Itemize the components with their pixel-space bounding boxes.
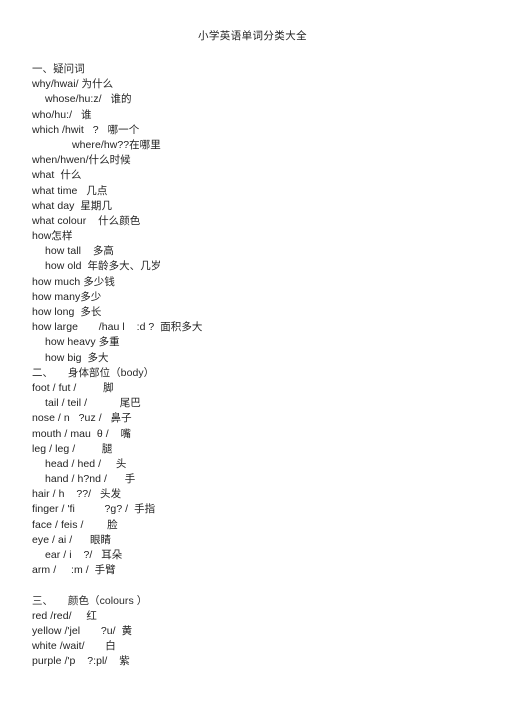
vocabulary-entry: red /red/ 红: [32, 609, 97, 622]
vocabulary-entry: how much 多少钱: [32, 275, 115, 288]
vocabulary-entry: yellow /'jel ?u/ 黄: [32, 624, 133, 637]
vocabulary-entry: leg / leg / 腿: [32, 442, 113, 455]
vocabulary-entry: how old 年龄多大、几岁: [45, 260, 162, 273]
vocabulary-entry: which /hwit ? 哪一个: [32, 123, 140, 136]
section-heading: 二、 身体部位（body）: [32, 366, 155, 379]
vocabulary-entry: head / hed / 头: [45, 457, 127, 470]
vocabulary-entry: face / feis / 脸: [32, 518, 118, 531]
vocabulary-entry: what colour 什么颜色: [32, 214, 141, 227]
document-body: 一、疑问词 why/hwai/ 为什么 whose/hu:z/ 谁的 who/hu:/…: [32, 62, 472, 670]
vocabulary-entry: what day 星期几: [32, 199, 113, 212]
vocabulary-entry: where/hw??在哪里: [72, 138, 161, 151]
vocabulary-entry: how big 多大: [45, 351, 109, 364]
vocabulary-entry: what time 几点: [32, 184, 108, 197]
vocabulary-entry: foot / fut / 脚: [32, 381, 114, 394]
vocabulary-entry: what 什么: [32, 169, 82, 182]
vocabulary-entry: mouth / mau θ / 嘴: [32, 427, 132, 440]
section-heading: 三、 颜色（colours ）: [32, 594, 148, 607]
vocabulary-entry: how tall 多高: [45, 245, 114, 258]
vocabulary-entry: nose / n ?uz / 鼻子: [32, 412, 132, 425]
vocabulary-entry: how long 多长: [32, 306, 102, 318]
vocabulary-entry: how many多少: [32, 290, 102, 303]
page-title: 小学英语单词分类大全: [198, 30, 307, 42]
vocabulary-entry: purple /'p ?:pl/ 紫: [32, 655, 130, 668]
vocabulary-entry: arm / :m / 手臂: [32, 564, 116, 577]
vocabulary-entry: tail / teil / 尾巴: [45, 397, 141, 410]
vocabulary-entry: eye / ai / 眼睛: [32, 533, 112, 546]
vocabulary-entry: hand / h?nd / 手: [45, 473, 136, 486]
vocabulary-entry: hair / h ??/ 头发: [32, 488, 122, 501]
vocabulary-entry: when/hwen/什么时候: [32, 154, 131, 167]
vocabulary-entry: how heavy 多重: [45, 336, 120, 349]
document-page: 小学英语单词分类大全 一、疑问词 why/hwai/ 为什么 whose/hu:z/…: [0, 0, 505, 714]
vocabulary-entry: whose/hu:z/ 谁的: [45, 93, 132, 106]
section-heading: 一、疑问词: [32, 63, 85, 75]
vocabulary-entry: white /wait/ 白: [32, 640, 116, 653]
vocabulary-entry: ear / i ?/ 耳朵: [45, 549, 123, 561]
vocabulary-entry: how large /hau l :d ? 面积多大: [32, 321, 203, 334]
vocabulary-entry: finger / 'fi ?g? / 手指: [32, 503, 156, 516]
vocabulary-entry: why/hwai/ 为什么: [32, 78, 114, 91]
vocabulary-entry: how怎样: [32, 230, 73, 243]
vocabulary-entry: who/hu:/ 谁: [32, 108, 92, 121]
